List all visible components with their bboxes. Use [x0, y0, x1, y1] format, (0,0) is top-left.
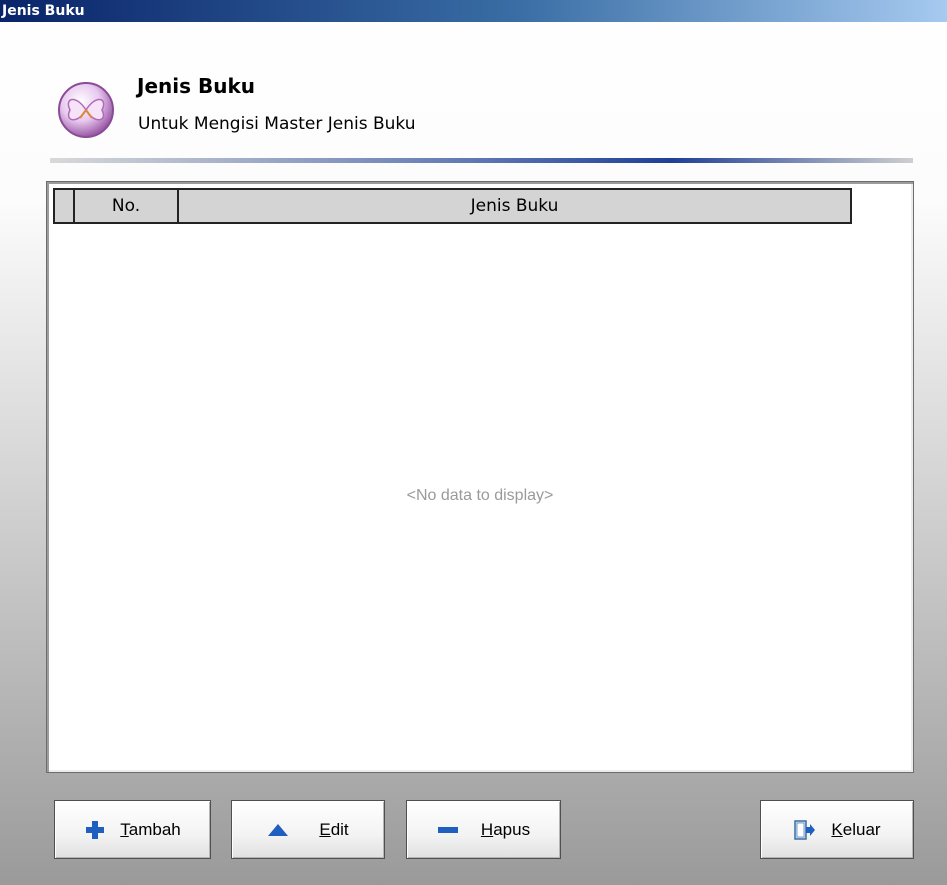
- hapus-label: Hapus: [480, 819, 531, 839]
- butterfly-icon: [58, 82, 114, 138]
- page-subtitle: Untuk Mengisi Master Jenis Buku: [138, 114, 416, 134]
- hapus-button[interactable]: Hapus: [406, 800, 561, 859]
- keluar-button[interactable]: Keluar: [760, 800, 914, 859]
- plus-icon: [86, 820, 105, 839]
- grid-header: No. Jenis Buku: [53, 188, 852, 224]
- edit-button[interactable]: Edit: [231, 800, 385, 859]
- tambah-button[interactable]: Tambah: [54, 800, 211, 859]
- column-header-jenis-buku[interactable]: Jenis Buku: [179, 190, 850, 222]
- row-indicator-header[interactable]: [55, 190, 75, 222]
- jenis-buku-grid[interactable]: No. Jenis Buku <No data to display>: [46, 181, 914, 773]
- header-divider: [50, 158, 913, 163]
- edit-label: Edit: [319, 819, 349, 839]
- keluar-label: Keluar: [831, 819, 881, 839]
- column-header-no[interactable]: No.: [75, 190, 179, 222]
- exit-door-icon: [794, 819, 816, 840]
- minus-icon: [437, 826, 458, 833]
- page-title: Jenis Buku: [137, 74, 255, 98]
- tambah-label: Tambah: [120, 819, 181, 839]
- window-title-bar[interactable]: Jenis Buku: [0, 0, 947, 22]
- window-title: Jenis Buku: [2, 3, 85, 19]
- empty-grid-message: <No data to display>: [406, 487, 554, 504]
- triangle-up-icon: [268, 823, 289, 836]
